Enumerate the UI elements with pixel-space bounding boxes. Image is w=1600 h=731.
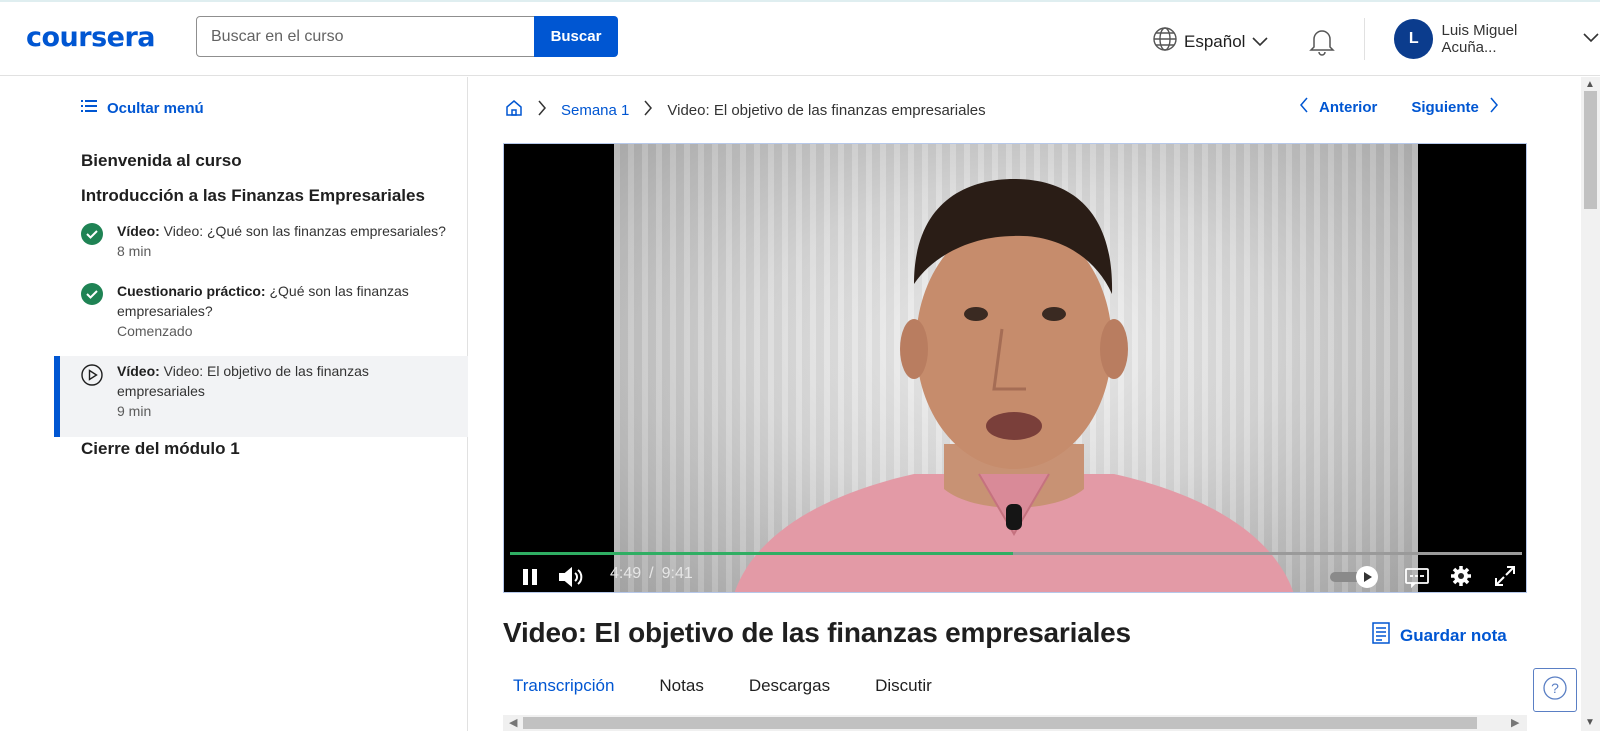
- duration: 9:41: [661, 565, 693, 582]
- search-button[interactable]: Buscar: [534, 16, 618, 57]
- video-progress-bar[interactable]: [510, 552, 1522, 555]
- save-note-button[interactable]: Guardar nota: [1372, 622, 1507, 649]
- user-menu[interactable]: L Luis Miguel Acuña...: [1394, 19, 1600, 59]
- lesson-item-video-1[interactable]: Vídeo: Video: ¿Qué son las finanzas empr…: [54, 221, 468, 259]
- next-label: Siguiente: [1411, 98, 1479, 116]
- chevron-down-icon: [1582, 30, 1600, 48]
- help-button[interactable]: ?: [1533, 668, 1577, 712]
- volume-icon[interactable]: [558, 566, 584, 592]
- chevron-right-icon: [537, 100, 547, 120]
- tab-notes[interactable]: Notas: [649, 675, 713, 705]
- hide-menu-label: Ocultar menú: [107, 99, 204, 117]
- tab-downloads[interactable]: Descargas: [739, 675, 840, 705]
- video-time: 4:49 / 9:41: [610, 565, 693, 583]
- next-button[interactable]: Siguiente: [1411, 97, 1499, 117]
- breadcrumb: Semana 1 Video: El objetivo de las finan…: [505, 99, 986, 121]
- help-question-icon: ?: [1542, 675, 1568, 706]
- lesson-type: Cuestionario práctico:: [117, 283, 266, 299]
- lesson-title: Video: ¿Qué son las finanzas empresarial…: [163, 223, 446, 239]
- vertical-scrollbar[interactable]: ▲ ▼: [1581, 77, 1600, 731]
- scroll-right-icon[interactable]: ▶: [1511, 716, 1519, 729]
- lesson-meta: Comenzado: [117, 323, 193, 339]
- chevron-left-icon: [1299, 97, 1309, 117]
- user-name: Luis Miguel Acuña...: [1441, 22, 1518, 56]
- list-icon: [81, 99, 97, 117]
- main-content: Semana 1 Video: El objetivo de las finan…: [469, 77, 1581, 731]
- play-circle-icon: [81, 364, 103, 391]
- lecturer-image: [734, 179, 1294, 592]
- tab-transcript[interactable]: Transcripción: [503, 675, 624, 705]
- chevron-right-icon: [643, 100, 653, 120]
- scroll-down-icon[interactable]: ▼: [1585, 717, 1595, 728]
- section-welcome[interactable]: Bienvenida al curso: [81, 151, 242, 171]
- save-note-label: Guardar nota: [1400, 625, 1507, 645]
- coursera-logo[interactable]: coursera: [26, 22, 156, 53]
- note-icon: [1372, 622, 1390, 649]
- pause-icon[interactable]: [522, 568, 538, 591]
- lesson-meta: 8 min: [117, 243, 152, 259]
- notifications-bell-icon[interactable]: [1308, 26, 1336, 61]
- lesson-navigation: Anterior Siguiente: [1299, 97, 1499, 117]
- fullscreen-icon[interactable]: [1494, 565, 1516, 592]
- page-title: Video: El objetivo de las finanzas empre…: [503, 617, 1131, 648]
- lesson-item-quiz[interactable]: Cuestionario práctico: ¿Qué son las fina…: [54, 281, 468, 339]
- course-search-input[interactable]: [196, 16, 535, 57]
- time-separator: /: [649, 565, 654, 582]
- settings-gear-icon[interactable]: [1450, 565, 1472, 592]
- top-navigation-bar: coursera Buscar Español L Luis Miguel Ac…: [0, 0, 1600, 76]
- video-frame: [614, 144, 1418, 592]
- horizontal-scroll-thumb[interactable]: [523, 717, 1477, 729]
- lesson-item-video-current[interactable]: Vídeo: Video: El objetivo de las finanza…: [54, 356, 468, 437]
- vertical-scroll-thumb[interactable]: [1584, 91, 1597, 209]
- tab-discuss[interactable]: Discutir: [865, 675, 942, 705]
- header-divider: [1364, 18, 1365, 60]
- video-progress-fill: [510, 552, 1013, 555]
- current-time: 4:49: [610, 565, 642, 582]
- chevron-right-icon: [1489, 97, 1499, 117]
- previous-label: Anterior: [1319, 98, 1378, 116]
- autoplay-toggle[interactable]: [1330, 566, 1380, 588]
- chevron-down-icon: [1251, 32, 1269, 52]
- previous-button[interactable]: Anterior: [1299, 97, 1377, 117]
- hide-menu-button[interactable]: Ocultar menú: [81, 99, 204, 117]
- globe-icon: [1152, 26, 1178, 57]
- video-controls: 4:49 / 9:41: [504, 559, 1526, 592]
- home-icon[interactable]: [505, 99, 523, 121]
- content-tabs: Transcripción Notas Descargas Discutir: [503, 675, 967, 705]
- breadcrumb-current: Video: El objetivo de las finanzas empre…: [667, 101, 986, 119]
- language-label: Español: [1184, 31, 1246, 51]
- lesson-meta: 9 min: [117, 403, 152, 419]
- section-intro[interactable]: Introducción a las Finanzas Empresariale…: [81, 186, 425, 206]
- language-selector[interactable]: Español: [1152, 26, 1269, 57]
- scroll-up-icon[interactable]: ▲: [1585, 79, 1595, 90]
- completed-check-icon: [81, 283, 103, 310]
- section-closing[interactable]: Cierre del módulo 1: [81, 439, 240, 459]
- completed-check-icon: [81, 223, 103, 250]
- course-outline-sidebar: Ocultar menú Bienvenida al curso Introdu…: [0, 77, 468, 731]
- avatar: L: [1394, 19, 1434, 59]
- scroll-left-icon[interactable]: ◀: [509, 716, 517, 729]
- horizontal-scrollbar[interactable]: ◀ ▶: [503, 715, 1527, 731]
- lesson-type: Vídeo:: [117, 223, 160, 239]
- lesson-type: Vídeo:: [117, 363, 160, 379]
- video-player[interactable]: 4:49 / 9:41: [503, 143, 1527, 593]
- captions-icon[interactable]: [1404, 566, 1430, 592]
- svg-text:?: ?: [1551, 680, 1559, 696]
- breadcrumb-week-link[interactable]: Semana 1: [561, 102, 629, 119]
